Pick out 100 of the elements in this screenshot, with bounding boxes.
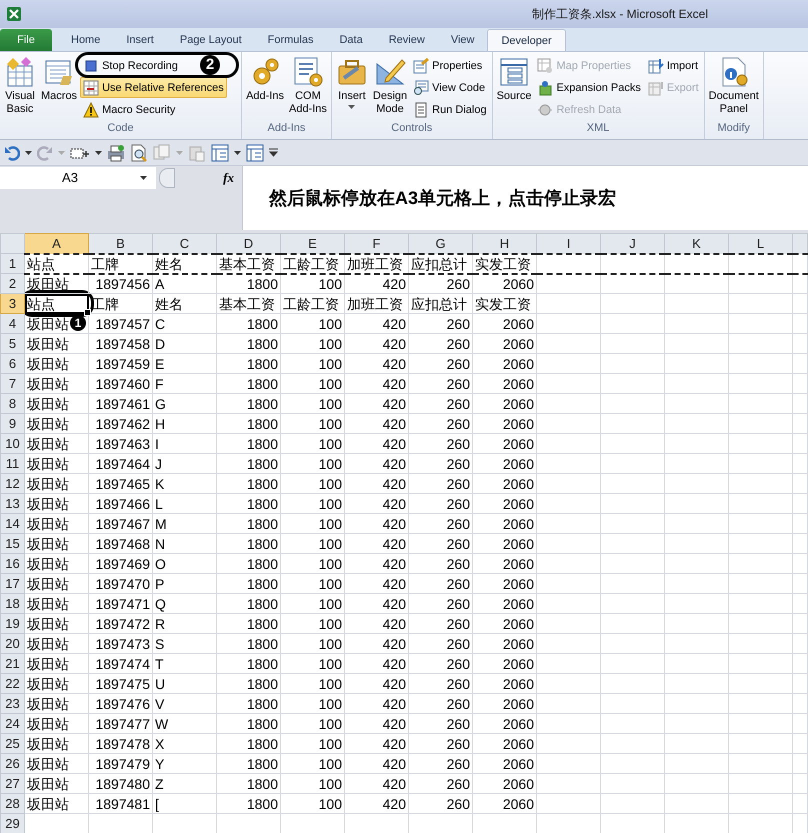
row-header[interactable]: 25 (0, 734, 24, 754)
row-header[interactable]: 3 (0, 294, 24, 314)
row-header[interactable]: 7 (0, 374, 24, 394)
table-cell: 260 (408, 634, 472, 654)
selected-cell[interactable]: 站点 (24, 294, 88, 314)
resize-handle[interactable] (159, 168, 175, 188)
row-header[interactable]: 9 (0, 414, 24, 434)
column-header[interactable]: K (664, 234, 728, 254)
row-header[interactable]: 19 (0, 614, 24, 634)
ribbon-button[interactable]: Visual Basic (2, 55, 38, 117)
ribbon-button[interactable]: Stop Recording (80, 55, 181, 76)
file-tab[interactable]: File (0, 29, 52, 51)
ribbon-button[interactable]: Add-Ins (244, 55, 286, 104)
ribbon-button[interactable]: Import (644, 55, 702, 76)
row-header[interactable]: 20 (0, 634, 24, 654)
ribbon-tab[interactable]: Developer (487, 29, 566, 51)
ribbon-button[interactable]: Use Relative References (80, 77, 227, 98)
row-header[interactable]: 14 (0, 514, 24, 534)
caret-icon[interactable] (95, 150, 102, 154)
table-cell: 260 (408, 514, 472, 534)
column-header[interactable]: H (472, 234, 536, 254)
ribbon-button[interactable]: Insert (334, 55, 370, 110)
row-header[interactable]: 11 (0, 454, 24, 474)
ribbon-button[interactable]: Run Dialog (410, 99, 490, 120)
column-header[interactable]: D (216, 234, 280, 254)
row-header[interactable]: 26 (0, 754, 24, 774)
formula-input[interactable]: 然后鼠标停放在A3单元格上，点击停止录宏 (243, 166, 808, 230)
ribbon-button[interactable]: View Code (410, 77, 488, 98)
ribbon-button[interactable]: Document Panel (706, 55, 761, 117)
ribbon-button[interactable]: COM Add-Ins (286, 55, 329, 117)
row-header[interactable]: 17 (0, 574, 24, 594)
row-header[interactable]: 4 (0, 314, 24, 334)
ribbon-button[interactable]: Expansion Packs (534, 77, 644, 98)
ribbon-tab[interactable]: Formulas (254, 29, 326, 51)
row-header[interactable]: 2 (0, 274, 24, 294)
caret-icon[interactable] (25, 150, 32, 154)
column-header[interactable]: C (152, 234, 216, 254)
row-header[interactable]: 29 (0, 814, 24, 833)
export-icon (648, 80, 664, 96)
column-header[interactable]: I (536, 234, 600, 254)
row-header[interactable]: 6 (0, 354, 24, 374)
grid-icon[interactable] (211, 144, 229, 162)
table-cell: 2060 (472, 394, 536, 414)
column-header[interactable]: A (24, 234, 88, 254)
row-header[interactable]: 27 (0, 774, 24, 794)
table-cell: 260 (408, 794, 472, 814)
row-header[interactable]: 13 (0, 494, 24, 514)
fill-handle[interactable] (84, 309, 91, 316)
ribbon-button[interactable]: Source (494, 55, 534, 104)
ribbon-tab[interactable]: Insert (113, 29, 167, 51)
ribbon-tab[interactable]: Review (376, 29, 438, 51)
column-header[interactable]: B (88, 234, 152, 254)
table-cell: E (152, 354, 216, 374)
row-header[interactable]: 10 (0, 434, 24, 454)
row-header[interactable]: 12 (0, 474, 24, 494)
row-header[interactable]: 8 (0, 394, 24, 414)
column-header[interactable]: E (280, 234, 344, 254)
preview-icon[interactable] (130, 144, 148, 162)
ribbon-button[interactable]: Macro Security (80, 99, 178, 120)
row-header[interactable]: 24 (0, 714, 24, 734)
ribbon-tab[interactable]: Home (58, 29, 114, 51)
undo-icon[interactable] (4, 144, 20, 160)
row-header[interactable]: 18 (0, 594, 24, 614)
row-header[interactable]: 23 (0, 694, 24, 714)
ribbon-tab[interactable]: Data (326, 29, 376, 51)
row-header[interactable]: 5 (0, 334, 24, 354)
ribbon-button[interactable]: Macros (39, 55, 80, 104)
column-header[interactable]: F (344, 234, 408, 254)
row-header[interactable]: 1 (0, 254, 24, 274)
table-cell: 2060 (472, 674, 536, 694)
table-cell: 420 (344, 574, 408, 594)
column-header[interactable]: L (728, 234, 792, 254)
table-cell: 坂田站 (24, 274, 88, 294)
caret-icon[interactable] (234, 150, 241, 154)
customize-icon[interactable] (269, 148, 278, 157)
ribbon-tab[interactable]: Page Layout (166, 29, 255, 51)
ribbon-tab[interactable]: View (438, 29, 488, 51)
row-header[interactable]: 21 (0, 654, 24, 674)
table-cell: 基本工资 (216, 254, 280, 274)
insert-function-button[interactable]: fx (223, 170, 234, 186)
table-cell: 2060 (472, 754, 536, 774)
table-cell: 1800 (216, 614, 280, 634)
printer-icon[interactable] (107, 144, 125, 162)
table-cell: 坂田站 (24, 714, 88, 734)
row-header[interactable]: 16 (0, 554, 24, 574)
caret-icon[interactable] (140, 176, 147, 180)
table-cell: 1800 (216, 414, 280, 434)
ribbon-button[interactable]: Properties (410, 55, 486, 76)
name-box[interactable]: A3 (0, 167, 140, 189)
table-cell: 1897460 (88, 374, 152, 394)
table-cell: 2060 (472, 634, 536, 654)
row-header[interactable]: 22 (0, 674, 24, 694)
row-header[interactable]: 15 (0, 534, 24, 554)
row-header[interactable]: 28 (0, 794, 24, 814)
column-header[interactable]: G (408, 234, 472, 254)
table-cell: 1800 (216, 694, 280, 714)
table-cell: 260 (408, 454, 472, 474)
ribbon-button[interactable]: Design Mode (370, 55, 410, 117)
grid-icon[interactable] (246, 144, 264, 162)
column-header[interactable]: J (600, 234, 664, 254)
